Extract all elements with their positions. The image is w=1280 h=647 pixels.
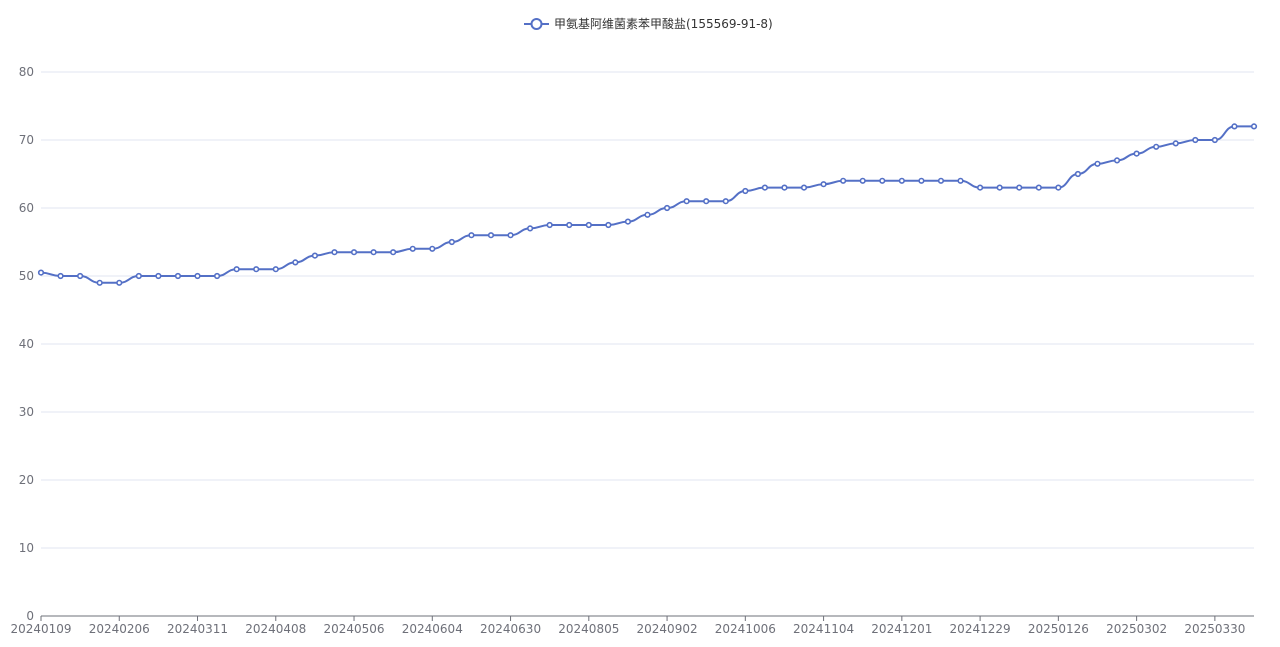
data-point-4	[116, 279, 123, 286]
data-point-13	[292, 259, 299, 266]
x-tick-label-20240408: 20240408	[245, 622, 306, 636]
data-point-5	[135, 272, 142, 280]
data-point-46	[937, 177, 945, 184]
x-tick-label-20240630: 20240630	[480, 622, 541, 636]
x-tick-label-20241201: 20241201	[871, 622, 932, 636]
data-point-18	[390, 249, 397, 256]
x-tick-label-20240206: 20240206	[89, 622, 150, 636]
data-point-33	[683, 198, 690, 205]
data-point-55	[1113, 157, 1121, 164]
data-point-47	[957, 177, 964, 184]
data-point-29	[605, 221, 612, 229]
data-point-30	[624, 218, 632, 225]
x-tick-label-20240109: 20240109	[10, 622, 71, 636]
data-point-42	[859, 177, 866, 184]
data-point-56	[1133, 150, 1140, 157]
grid-lines	[41, 71, 1254, 549]
data-point-23	[487, 232, 495, 239]
legend[interactable]: 甲氨基阿维菌素苯甲酸盐(155569-91-8)	[524, 16, 773, 31]
data-point-9	[213, 272, 221, 280]
x-tick-label-20240311: 20240311	[167, 622, 228, 636]
data-point-61	[1231, 123, 1238, 130]
data-point-39	[800, 184, 808, 191]
x-tick-label-20240604: 20240604	[402, 622, 463, 636]
data-point-35	[722, 198, 729, 205]
line-chart: 甲氨基阿维菌素苯甲酸盐(155569-91-8) 0 10 20 30 40 50 60 70…	[10, 16, 1258, 636]
y-tick-label-60: 60	[19, 201, 34, 215]
data-point-8	[194, 272, 201, 280]
data-point-53	[1074, 170, 1082, 178]
data-point-25	[527, 225, 534, 232]
y-tick-label-40: 40	[19, 337, 34, 351]
data-point-22	[468, 232, 475, 239]
y-tick-label-10: 10	[19, 541, 34, 555]
data-point-12	[272, 266, 279, 273]
x-tick-label-20241229: 20241229	[950, 622, 1011, 636]
x-tick-label-20240506: 20240506	[323, 622, 384, 636]
data-point-16	[350, 249, 358, 256]
data-point-11	[253, 266, 260, 273]
data-point-48	[976, 184, 984, 191]
data-point-60	[1211, 136, 1218, 144]
data-point-62	[1250, 123, 1258, 130]
data-point-59	[1192, 136, 1199, 144]
data-point-21	[448, 238, 455, 246]
data-point-31	[644, 211, 651, 218]
x-tick-label-20250126: 20250126	[1028, 622, 1089, 636]
data-point-28	[585, 221, 592, 229]
series-area	[37, 123, 1258, 286]
data-point-54	[1094, 160, 1101, 167]
data-point-19	[409, 245, 416, 252]
data-point-57	[1153, 143, 1160, 150]
data-point-51	[1035, 184, 1042, 191]
data-point-17	[370, 249, 377, 256]
x-tick-label-20240805: 20240805	[558, 622, 619, 636]
data-point-41	[840, 177, 847, 184]
data-point-34	[703, 198, 710, 205]
data-point-6	[155, 272, 162, 280]
data-point-26	[546, 221, 553, 229]
y-tick-label-0: 0	[26, 609, 34, 623]
data-point-3	[96, 279, 103, 286]
y-tick-label-20: 20	[19, 473, 34, 487]
data-point-50	[1016, 184, 1023, 191]
y-axis-labels: 0 10 20 30 40 50 60 70 80	[19, 65, 34, 623]
data-point-20	[429, 245, 436, 252]
data-point-52	[1055, 184, 1062, 191]
series-line	[40, 125, 1254, 284]
data-point-0	[37, 269, 45, 276]
data-point-15	[331, 249, 338, 256]
data-point-32	[663, 204, 671, 212]
y-tick-label-80: 80	[19, 65, 34, 79]
x-tick-label-20240902: 20240902	[637, 622, 698, 636]
data-point-44	[898, 177, 905, 184]
x-axis: 20240109 20240206 20240311 20240408 20240506…	[10, 615, 1254, 636]
x-tick-label-20241006: 20241006	[715, 622, 776, 636]
legend-label: 甲氨基阿维菌素苯甲酸盐(155569-91-8)	[554, 16, 773, 31]
data-point-7	[174, 272, 182, 280]
x-tick-label-20250330: 20250330	[1184, 622, 1245, 636]
data-point-49	[996, 184, 1003, 191]
data-point-58	[1172, 140, 1179, 147]
y-tick-label-50: 50	[19, 269, 34, 283]
data-point-2	[77, 272, 84, 280]
data-point-37	[761, 184, 768, 191]
data-point-45	[918, 177, 925, 184]
y-tick-label-70: 70	[19, 133, 34, 147]
data-point-1	[57, 272, 64, 280]
data-point-43	[879, 177, 886, 184]
legend-circle-symbol	[530, 18, 543, 30]
x-tick-label-20241104: 20241104	[793, 622, 854, 636]
data-point-24	[507, 232, 514, 239]
data-point-36	[742, 187, 749, 195]
data-point-27	[566, 221, 573, 229]
data-point-14	[311, 252, 319, 259]
y-tick-label-30: 30	[19, 405, 34, 419]
x-tick-label-20250302: 20250302	[1106, 622, 1167, 636]
data-point-40	[820, 181, 827, 188]
data-point-10	[233, 266, 240, 273]
data-point-38	[781, 184, 788, 191]
